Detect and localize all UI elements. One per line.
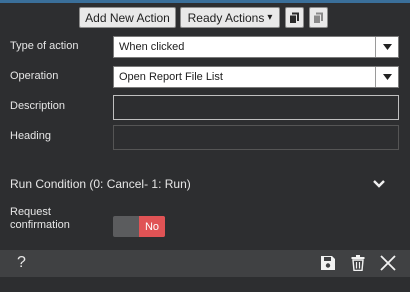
type-of-action-select[interactable]: When clicked xyxy=(113,36,399,58)
copy-icon xyxy=(289,12,299,24)
add-new-action-button[interactable]: Add New Action xyxy=(79,7,176,28)
type-of-action-label: Type of action xyxy=(10,40,79,52)
chevron-down-icon[interactable] xyxy=(372,176,386,194)
request-confirmation-line2: confirmation xyxy=(10,219,70,231)
chevron-down-icon[interactable] xyxy=(375,37,398,57)
operation-label: Operation xyxy=(10,70,59,82)
trash-icon[interactable] xyxy=(351,255,365,276)
save-icon[interactable] xyxy=(320,255,336,276)
description-input[interactable] xyxy=(113,95,399,120)
add-new-action-label: Add New Action xyxy=(85,10,170,25)
type-of-action-value: When clicked xyxy=(119,41,185,53)
chevron-down-icon[interactable] xyxy=(375,67,398,87)
ready-actions-label: Ready Actions xyxy=(187,10,265,25)
request-confirmation-toggle[interactable]: No xyxy=(113,216,165,237)
request-confirmation-label: Request confirmation xyxy=(10,206,70,232)
ready-actions-dropdown[interactable]: Ready Actions ▾ xyxy=(180,7,280,28)
toggle-no-label: No xyxy=(139,216,165,237)
heading-label: Heading xyxy=(10,130,51,142)
run-condition-label: Run Condition (0: Cancel- 1: Run) xyxy=(10,177,191,191)
top-accent-line xyxy=(0,0,410,3)
close-icon[interactable] xyxy=(380,255,396,276)
help-button[interactable]: ? xyxy=(17,254,26,272)
request-confirmation-line1: Request xyxy=(10,206,51,218)
copy-button[interactable] xyxy=(285,7,304,28)
description-label: Description xyxy=(10,100,66,112)
heading-input[interactable] xyxy=(113,125,399,150)
footer-bar: ? xyxy=(0,250,410,277)
ready-actions-caret: ▾ xyxy=(267,12,273,23)
operation-select[interactable]: Open Report File List xyxy=(113,66,399,88)
paste-button[interactable] xyxy=(309,7,328,28)
operation-value: Open Report File List xyxy=(119,71,223,83)
paste-icon xyxy=(313,12,323,24)
